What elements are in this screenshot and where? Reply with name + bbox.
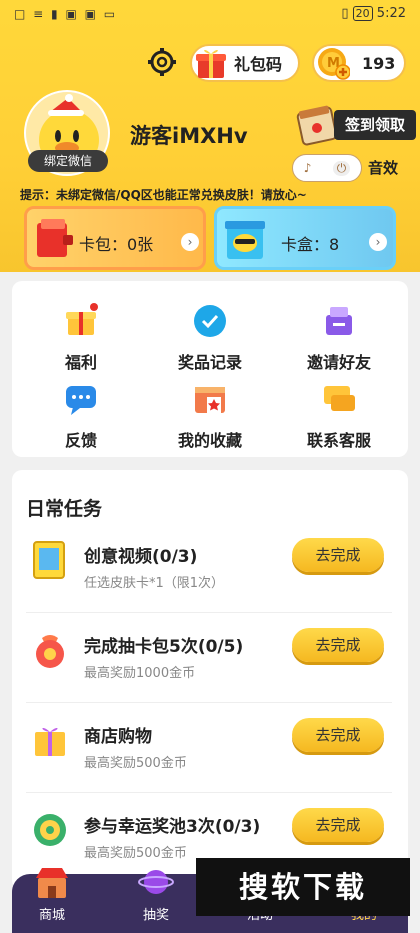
divider	[26, 612, 392, 613]
coin-add-icon: M	[318, 48, 350, 80]
task-title: 创意视频(0/3)	[84, 547, 198, 567]
gift-code-button[interactable]: 礼包码	[190, 44, 300, 82]
lucky-coin-icon	[34, 814, 66, 846]
task-complete-button[interactable]: 去完成	[292, 538, 384, 572]
task-reward: 任选皮肤卡*1（限1次）	[84, 576, 225, 591]
tip-text: 提示：未绑定微信/QQ区也能正常兑换皮肤！请放心~	[20, 188, 307, 202]
invite-icon	[326, 307, 352, 335]
card-pack-button[interactable]: 卡包：0张 ›	[24, 206, 206, 270]
checkin-label: 签到领取	[334, 110, 416, 140]
lottery-planet-icon	[138, 870, 174, 894]
chevron-right-icon: ›	[181, 233, 199, 251]
coin-count: 193	[362, 53, 396, 73]
task-title: 参与幸运奖池3次(0/3)	[84, 817, 261, 837]
watermark-overlay: 搜软下载	[196, 858, 410, 916]
task-complete-button[interactable]: 去完成	[292, 808, 384, 842]
menu-item-feedback[interactable]: 反馈	[26, 381, 136, 451]
coin-balance-button[interactable]: M 193	[312, 44, 406, 82]
skin-card-icon	[33, 541, 65, 579]
task-title: 商店购物	[84, 727, 152, 747]
menu-item-prize-record[interactable]: 奖品记录	[155, 303, 265, 373]
tab-lottery[interactable]: 抽奖	[116, 864, 196, 923]
card-box-button[interactable]: 卡盒：8 ›	[214, 206, 396, 270]
task-row: 商店购物 最高奖励500金币 去完成	[12, 716, 408, 806]
status-bar: □ ≡ ▮ ▣ ▣ ▭ ▯ 20 5:22	[0, 0, 420, 30]
gift-icon	[66, 303, 98, 335]
card-pack-label: 卡包：0张	[79, 235, 154, 254]
menu-item-favorites[interactable]: 我的收藏	[155, 381, 265, 451]
daily-tasks-panel: 日常任务 创意视频(0/3) 任选皮肤卡*1（限1次） 去完成 完成抽卡包5次(…	[12, 470, 408, 890]
chevron-right-icon: ›	[369, 233, 387, 251]
sound-label: 音效	[368, 159, 399, 177]
toggle-knob-icon: ⏻	[332, 160, 351, 176]
divider	[26, 702, 392, 703]
divider	[26, 792, 392, 793]
username: 游客iMXHv	[130, 124, 248, 148]
task-complete-button[interactable]: 去完成	[292, 718, 384, 752]
menu-item-label: 福利	[64, 353, 97, 372]
tab-label: 商城	[38, 908, 65, 923]
task-title: 完成抽卡包5次(0/5)	[84, 637, 244, 657]
menu-item-label: 我的收藏	[177, 431, 242, 450]
status-time: 5:22	[376, 6, 406, 21]
favorites-folder-icon	[195, 387, 225, 413]
menu-item-label: 邀请好友	[306, 353, 371, 372]
gift-box-icon	[196, 49, 226, 78]
status-icons: □ ≡ ▮ ▣ ▣ ▭	[14, 7, 118, 21]
shop-gift-icon	[35, 727, 65, 756]
wallet-icon	[37, 219, 73, 257]
feedback-chat-icon	[66, 386, 96, 415]
menu-item-label: 联系客服	[306, 431, 371, 450]
menu-item-welfare[interactable]: 福利	[26, 303, 136, 373]
status-right: ▯ 20 5:22	[341, 6, 406, 21]
task-reward: 最高奖励1000金币	[84, 666, 196, 681]
task-complete-button[interactable]: 去完成	[292, 628, 384, 662]
battery-icon: 20	[352, 6, 373, 21]
music-icon: ♪	[303, 161, 312, 175]
menu-item-invite[interactable]: 邀请好友	[284, 303, 394, 373]
feature-grid: 福利 奖品记录 邀请好友 反馈 我的收藏 联系客服	[12, 281, 408, 457]
customer-service-icon	[324, 386, 355, 411]
task-reward: 最高奖励500金币	[84, 756, 187, 771]
gift-code-label: 礼包码	[234, 55, 283, 74]
task-row: 创意视频(0/3) 任选皮肤卡*1（限1次） 去完成	[12, 536, 408, 626]
shop-icon	[36, 868, 68, 898]
prize-record-icon	[194, 305, 226, 337]
mystery-box-icon	[225, 221, 265, 259]
card-box-label: 卡盒：8	[281, 235, 340, 254]
task-row: 完成抽卡包5次(0/5) 最高奖励1000金币 去完成	[12, 626, 408, 716]
task-reward: 最高奖励500金币	[84, 846, 187, 861]
settings-gear-icon[interactable]	[146, 46, 178, 78]
lucky-bag-icon	[36, 635, 64, 668]
menu-item-label: 奖品记录	[177, 353, 242, 372]
menu-item-label: 反馈	[64, 431, 97, 450]
sound-toggle[interactable]: ♪ ⏻	[292, 154, 362, 182]
tab-label: 抽奖	[142, 908, 169, 923]
menu-item-customer-service[interactable]: 联系客服	[284, 381, 394, 451]
bind-wechat-button[interactable]: 绑定微信	[28, 150, 108, 172]
tasks-title: 日常任务	[26, 498, 103, 520]
tab-shop[interactable]: 商城	[12, 864, 92, 923]
profile-header: □ ≡ ▮ ▣ ▣ ▭ ▯ 20 5:22 礼包码 M 193 绑定微信 游客i…	[0, 0, 420, 272]
checkin-button[interactable]: 签到领取	[296, 104, 420, 146]
vibrate-icon: ▯	[341, 6, 349, 21]
